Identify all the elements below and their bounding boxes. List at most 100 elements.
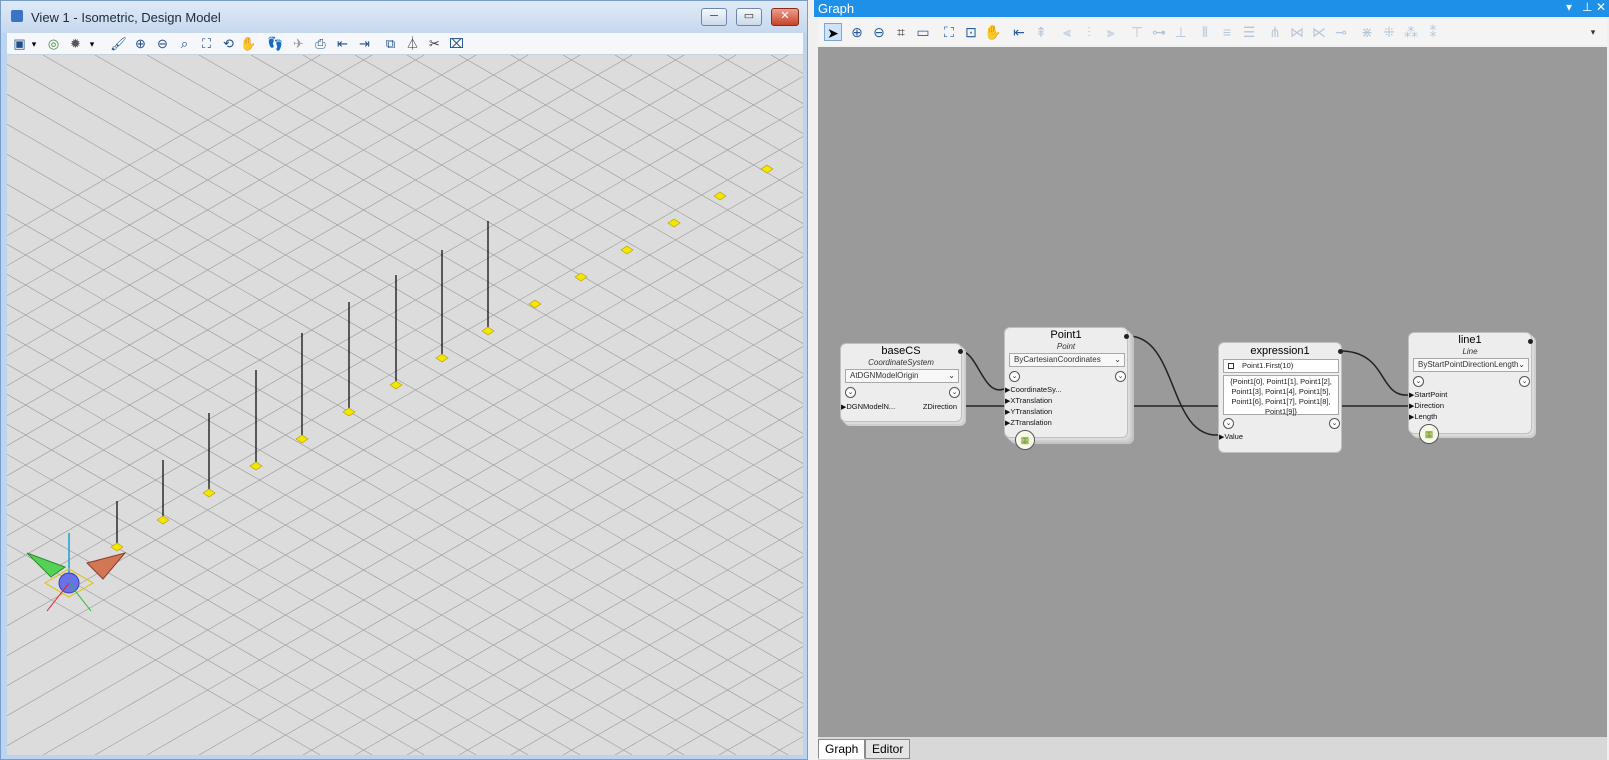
view-cube-icon[interactable]: ⧉	[382, 36, 399, 52]
point-element[interactable]	[620, 245, 634, 255]
align-top-icon[interactable]: ⊤	[1128, 23, 1146, 41]
clip-volume-icon[interactable]: ⏃	[404, 36, 421, 52]
tree-layout-icon[interactable]: ⋔	[1266, 23, 1284, 41]
zoom-area-icon[interactable]: ⌗	[892, 23, 910, 41]
zoom-in-icon[interactable]: ⊕	[132, 36, 149, 52]
checkbox-icon[interactable]	[1228, 363, 1234, 369]
point-element[interactable]	[202, 488, 216, 498]
light-icon[interactable]: ✹	[67, 36, 84, 52]
expand-inputs-icon[interactable]: ⌄	[1009, 371, 1020, 382]
input-port[interactable]: ▶StartPoint	[1409, 390, 1447, 399]
node-output-dot[interactable]	[958, 349, 963, 354]
select-icon[interactable]: ➤	[824, 23, 842, 41]
close-button[interactable]: ✕	[771, 8, 799, 26]
brush-icon[interactable]: 🖌	[110, 36, 127, 52]
node-basecs[interactable]: baseCS CoordinateSystem AtDGNModelOrigin…	[840, 343, 963, 422]
window-area-icon[interactable]: ⌕	[176, 36, 193, 52]
graph-close-icon[interactable]: ✕	[1596, 0, 1606, 14]
expand-inputs-icon[interactable]: ⌄	[1413, 376, 1424, 387]
align-left-icon[interactable]: ⫷	[1058, 23, 1076, 41]
align-center-icon[interactable]: ⫶	[1080, 23, 1098, 41]
point-element[interactable]	[156, 515, 170, 525]
node-expression1[interactable]: expression1 Point1.First(10) {Point1[0],…	[1218, 342, 1343, 453]
next-view-icon[interactable]: ⇥	[356, 36, 373, 52]
expand-outputs-icon[interactable]: ⌄	[1329, 418, 1340, 429]
ungroup-icon[interactable]: ⁑	[1424, 23, 1442, 41]
point-element[interactable]	[481, 326, 495, 336]
clear-clip-icon[interactable]: ⌧	[448, 36, 465, 52]
rotate-view-icon[interactable]: ⟲	[220, 36, 237, 52]
fly-icon[interactable]: ✈	[290, 36, 307, 52]
isometric-viewport[interactable]	[7, 55, 803, 755]
input-port[interactable]: ▶Value	[1219, 432, 1243, 441]
pan-icon[interactable]: ✋	[984, 23, 1002, 41]
view-attributes-icon[interactable]: ▣	[11, 36, 28, 52]
group-icon[interactable]: ⁂	[1402, 23, 1420, 41]
graph-canvas[interactable]: baseCS CoordinateSystem AtDGNModelOrigin…	[818, 47, 1607, 737]
distribute-v-icon[interactable]: ☰	[1240, 23, 1258, 41]
minimize-button[interactable]: ─	[701, 8, 727, 26]
dropdown-icon[interactable]: ▾	[29, 36, 39, 52]
pin-icon[interactable]: ⊥	[1582, 0, 1592, 14]
fit-window-icon[interactable]: ▭	[914, 23, 932, 41]
dock-dropdown-icon[interactable]: ▾	[1566, 0, 1572, 14]
expand-outputs-icon[interactable]: ⌄	[1115, 371, 1126, 382]
walk-icon[interactable]: 👣	[267, 36, 284, 52]
tab-graph[interactable]: Graph	[818, 739, 866, 759]
align-bottom-icon[interactable]: ⊥	[1172, 23, 1190, 41]
layout-up-icon[interactable]: ⇞	[1032, 23, 1050, 41]
zoom-out-icon[interactable]: ⊖	[154, 36, 171, 52]
frame-selected-icon[interactable]: ⊡	[962, 23, 980, 41]
previous-view-icon[interactable]: ⇤	[334, 36, 351, 52]
technique-select[interactable]: ByCartesianCoordinates ⌄	[1009, 353, 1125, 367]
node-point1[interactable]: Point1 Point ByCartesianCoordinates ⌄ ⌄ ⌄…	[1004, 327, 1129, 450]
display-style-icon[interactable]: ◎	[45, 36, 62, 52]
distribute-h-icon[interactable]: ⫴	[1196, 23, 1214, 41]
graph-title-bar[interactable]: Graph ▾ ⊥ ✕	[814, 0, 1609, 17]
point-element[interactable]	[389, 380, 403, 390]
fit-view-icon[interactable]: ⛶	[198, 36, 215, 52]
point-element[interactable]	[249, 461, 263, 471]
technique-select[interactable]: ByStartPointDirectionLength ⌄	[1413, 358, 1529, 372]
expand-icon[interactable]: ⁜	[1380, 23, 1398, 41]
hierarchy-icon[interactable]: ⋈	[1288, 23, 1306, 41]
dropdown-icon[interactable]: ▾	[87, 36, 97, 52]
collapse-icon[interactable]: ⋇	[1358, 23, 1376, 41]
pan-icon[interactable]: ✋	[240, 36, 257, 52]
overflow-icon[interactable]: ▾	[1588, 23, 1598, 41]
frame-all-icon[interactable]: ⛶	[940, 23, 958, 41]
layout-left-icon[interactable]: ⇤	[1010, 23, 1028, 41]
expand-inputs-icon[interactable]: ⌄	[845, 387, 856, 398]
point-element[interactable]	[713, 191, 727, 201]
point-element[interactable]	[667, 218, 681, 228]
coordinate-system-triad[interactable]	[26, 533, 127, 612]
expand-outputs-icon[interactable]: ⌄	[1519, 376, 1530, 387]
node-output-dot[interactable]	[1338, 349, 1343, 354]
expand-outputs-icon[interactable]: ⌄	[949, 387, 960, 398]
technique-select[interactable]: AtDGNModelOrigin ⌄	[845, 369, 959, 383]
node-line1[interactable]: line1 Line ByStartPointDirectionLength ⌄ …	[1408, 332, 1533, 444]
camera-icon[interactable]: ⎙	[312, 36, 329, 52]
point-element[interactable]	[435, 353, 449, 363]
zoom-in-icon[interactable]: ⊕	[848, 23, 866, 41]
input-port[interactable]: ▶ZTranslation	[1005, 418, 1052, 427]
branch-icon[interactable]: ⋉	[1310, 23, 1328, 41]
zoom-out-icon[interactable]: ⊖	[870, 23, 888, 41]
replication-icon[interactable]: ▦	[1419, 424, 1439, 444]
input-port[interactable]: ▶Direction	[1409, 401, 1444, 410]
node-output-dot[interactable]	[1528, 339, 1533, 344]
input-port[interactable]: ▶CoordinateSy...	[1005, 385, 1062, 394]
expand-inputs-icon[interactable]: ⌄	[1223, 418, 1234, 429]
node-output-dot[interactable]	[1124, 334, 1129, 339]
restore-button[interactable]: ▭	[736, 8, 762, 26]
point-element[interactable]	[110, 542, 124, 552]
view-title-bar[interactable]: View 1 - Isometric, Design Model ─ ▭ ✕	[1, 1, 807, 33]
replication-icon[interactable]: ▦	[1015, 430, 1035, 450]
input-port[interactable]: ▶Length	[1409, 412, 1437, 421]
input-port[interactable]: ▶YTranslation	[1005, 407, 1052, 416]
point-element[interactable]	[574, 272, 588, 282]
align-middle-icon[interactable]: ⊶	[1150, 23, 1168, 41]
clip-mask-icon[interactable]: ✂	[426, 36, 443, 52]
expression-input[interactable]: Point1.First(10)	[1223, 359, 1339, 373]
align-right-icon[interactable]: ⫸	[1102, 23, 1120, 41]
